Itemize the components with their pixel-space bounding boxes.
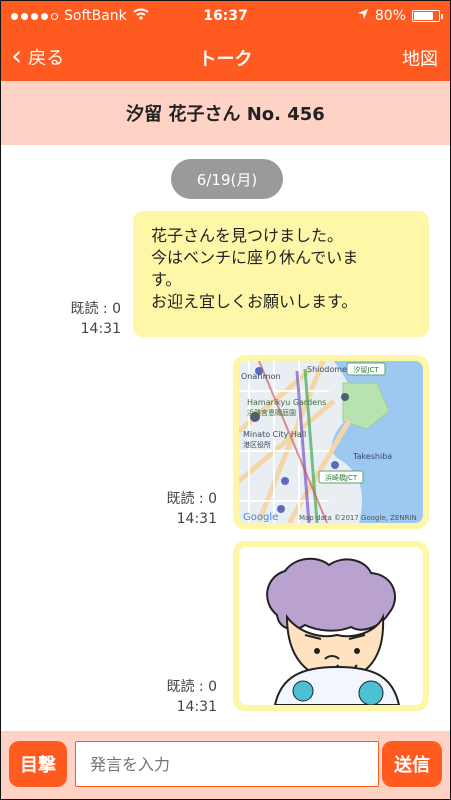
battery-fill xyxy=(414,12,433,20)
message-meta: 既読 : 0 14:31 xyxy=(1,299,121,339)
map-label-minato: Minato City Hall xyxy=(243,430,306,439)
message-input-wrapper[interactable] xyxy=(75,741,379,787)
map-label-shiodome-jct: 汐留JCT xyxy=(353,365,379,374)
chat-area[interactable]: 6/19(月) 花子さんを見つけました。 今はベンチに座り休んでいま す。 お迎… xyxy=(1,145,450,731)
map-label-minato-jp: 港区役所 xyxy=(243,440,271,449)
witness-button[interactable]: 目撃 xyxy=(9,741,67,787)
battery-icon xyxy=(412,10,443,22)
read-receipt: 既読 : 0 xyxy=(166,491,217,507)
map-label-google: Google xyxy=(243,512,278,523)
status-right: 80% xyxy=(357,8,443,24)
message-time: 14:31 xyxy=(176,699,217,715)
map-image[interactable]: 汐留JCT Shiodome Onarimon Hamarikyu Garden… xyxy=(239,361,423,523)
contact-name: 汐留 花子さん No. 456 xyxy=(126,104,325,125)
message-line: 今はベンチに座り休んでいま xyxy=(151,248,359,267)
send-button[interactable]: 送信 xyxy=(382,741,442,787)
caricature-illustration xyxy=(239,547,423,705)
top-bar: SoftBank 16:37 80% ‹ 戻る トーク 地図 xyxy=(1,1,450,81)
message-line: 花子さんを見つけました。 xyxy=(151,226,344,245)
caricature-image[interactable] xyxy=(239,547,423,705)
status-bar: SoftBank 16:37 80% xyxy=(1,1,450,33)
nav-title: トーク xyxy=(198,49,253,70)
message-time: 14:31 xyxy=(176,511,217,527)
map-illustration: 汐留JCT Shiodome Onarimon Hamarikyu Garden… xyxy=(239,361,423,523)
date-chip: 6/19(月) xyxy=(171,159,283,199)
map-label-onarimon: Onarimon xyxy=(241,372,281,381)
map-label-shiodome: Shiodome xyxy=(307,365,347,374)
map-label-garden-jp: 浜離宮恩賜庭園 xyxy=(247,408,296,417)
battery-percent: 80% xyxy=(374,8,406,24)
message-input[interactable] xyxy=(88,753,366,775)
message-time: 14:31 xyxy=(80,321,121,337)
app-frame: SoftBank 16:37 80% ‹ 戻る トーク 地図 汐留 花子さん N… xyxy=(0,0,451,800)
map-button[interactable]: 地図 xyxy=(402,45,438,71)
message-bubble-text: 花子さんを見つけました。 今はベンチに座り休んでいま す。 お迎え宜しくお願いし… xyxy=(133,211,429,337)
message-meta: 既読 : 0 14:31 xyxy=(1,677,217,717)
message-line: す。 xyxy=(151,270,182,289)
read-receipt: 既読 : 0 xyxy=(166,679,217,695)
location-arrow-icon xyxy=(357,8,369,24)
read-receipt: 既読 : 0 xyxy=(70,301,121,317)
message-meta: 既読 : 0 14:31 xyxy=(1,489,217,529)
message-bubble-image-map[interactable]: 汐留JCT Shiodome Onarimon Hamarikyu Garden… xyxy=(233,355,429,529)
message-bubble-image-photo[interactable] xyxy=(233,541,429,711)
map-label-mapdata: Map data ©2017 Google, ZENRIN xyxy=(299,514,417,522)
composer-bar: 目撃 送信 xyxy=(1,731,450,799)
map-label-garden: Hamarikyu Gardens xyxy=(247,398,326,407)
map-label-takeshiba: Takeshiba xyxy=(352,452,392,461)
message-line: お迎え宜しくお願いします。 xyxy=(151,292,358,311)
contact-header: 汐留 花子さん No. 456 xyxy=(1,81,450,146)
nav-bar: ‹ 戻る トーク 地図 xyxy=(1,33,450,81)
map-label-hamamatsucho-jct: 浜崎橋JCT xyxy=(325,473,358,482)
